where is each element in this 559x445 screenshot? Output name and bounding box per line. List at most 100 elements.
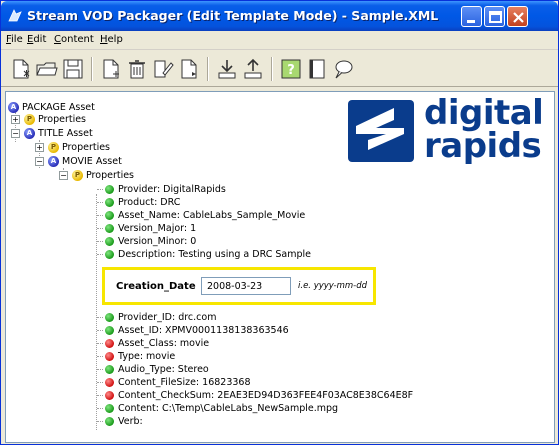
tree-guide: [97, 254, 103, 255]
new-node-icon: [103, 59, 119, 79]
property-label: Content_FileSize: 16823368: [118, 377, 251, 388]
close-icon: [513, 12, 524, 23]
edit-button[interactable]: [151, 57, 175, 81]
property-label: Provider_ID: drc.com: [118, 312, 217, 323]
creation-date-input[interactable]: [201, 277, 291, 295]
creation-date-label: Creation_Date: [116, 281, 196, 292]
collapse-toggle[interactable]: −: [35, 157, 44, 166]
status-green-dot-icon: [104, 416, 115, 427]
asset-icon: A: [8, 102, 19, 113]
help-icon: ?: [281, 59, 301, 79]
property-label: Verb:: [118, 416, 143, 427]
tree-guide: [97, 241, 103, 242]
expand-toggle[interactable]: +: [11, 115, 20, 124]
menu-content[interactable]: Content: [54, 34, 94, 45]
document-button[interactable]: [177, 57, 201, 81]
toolbar: ?: [1, 51, 558, 87]
tree-guide: [97, 369, 103, 370]
status-green-dot-icon: [104, 364, 115, 375]
property-label: Content: C:\Temp\CableLabs_NewSample.mpg: [118, 403, 339, 414]
properties-icon: P: [48, 142, 59, 153]
download-button[interactable]: [215, 57, 239, 81]
maximize-icon: [489, 11, 502, 23]
expand-toggle[interactable]: +: [35, 143, 44, 152]
toolbar-separator: [207, 57, 209, 81]
open-folder-icon: [36, 62, 58, 76]
edit-note-icon: [154, 60, 174, 78]
menu-file[interactable]: File: [6, 34, 23, 45]
toolbar-separator: [91, 57, 93, 81]
tree-guide: [97, 408, 103, 409]
creation-date-editor: Creation_Date i.e. yyyy-mm-dd: [102, 267, 376, 305]
status-green-dot-icon: [104, 210, 115, 221]
property-label: Asset_Name: CableLabs_Sample_Movie: [118, 210, 306, 221]
book-icon: [309, 59, 325, 79]
download-icon: [218, 60, 236, 79]
tree-guide: [97, 215, 103, 216]
help-button[interactable]: ?: [279, 57, 303, 81]
status-red-dot-icon: [104, 351, 115, 362]
logo-text-digital: digital: [424, 93, 544, 133]
status-red-dot-icon: [104, 390, 115, 401]
collapse-toggle[interactable]: −: [59, 171, 68, 180]
tree-guide: [97, 202, 103, 203]
property-label: Asset_ID: XPMV0001138138363546: [118, 325, 289, 336]
properties-icon: P: [24, 114, 35, 125]
tree-guide: [97, 189, 103, 190]
save-disk-icon: [63, 59, 83, 79]
minimize-button[interactable]: [461, 6, 482, 27]
logo-mark-icon: [348, 100, 414, 162]
close-button[interactable]: [507, 6, 528, 27]
property-label: Content_CheckSum: 2EAE3ED94D363FEE4F03AC…: [118, 390, 414, 401]
logo-text-rapids: rapids: [424, 126, 542, 166]
tree-guide: [97, 317, 103, 318]
toolbar-separator: [271, 57, 273, 81]
status-green-dot-icon: [104, 223, 115, 234]
maximize-button[interactable]: [484, 6, 505, 27]
property-label: Provider: DigitalRapids: [118, 184, 226, 195]
status-green-dot-icon: [104, 325, 115, 336]
property-label: Type: movie: [118, 351, 176, 362]
svg-text:?: ?: [287, 63, 295, 78]
property-label: Description: Testing using a DRC Sample: [118, 249, 311, 260]
chat-bubble-icon: [335, 60, 353, 79]
menu-help[interactable]: Help: [100, 34, 123, 45]
digital-rapids-logo: digital rapids: [346, 96, 551, 166]
status-green-dot-icon: [104, 184, 115, 195]
template-tree-panel[interactable]: digital rapids A PACKAGE Asset + P Prope…: [5, 91, 555, 443]
title-bar[interactable]: Stream VOD Packager (Edit Template Mode)…: [1, 1, 558, 31]
upload-icon: [244, 58, 262, 79]
property-label: Product: DRC: [118, 197, 181, 208]
delete-trash-icon: [129, 60, 145, 79]
tree-guide: [97, 330, 103, 331]
manual-button[interactable]: [305, 57, 329, 81]
delete-button[interactable]: [125, 57, 149, 81]
property-label: Audio_Type: Stereo: [118, 364, 209, 375]
status-green-dot-icon: [104, 197, 115, 208]
app-icon: [8, 9, 22, 22]
tree-guide: [97, 421, 103, 422]
tree-guide: [97, 395, 103, 396]
minimize-icon: [467, 20, 475, 23]
menu-edit[interactable]: Edit: [27, 34, 46, 45]
tree-guide: [97, 382, 103, 383]
new-template-button[interactable]: [9, 57, 33, 81]
status-green-dot-icon: [104, 312, 115, 323]
save-button[interactable]: [61, 57, 85, 81]
status-red-dot-icon: [104, 338, 115, 349]
collapse-toggle[interactable]: −: [11, 129, 20, 138]
property-label: Version_Major: 1: [118, 223, 197, 234]
comment-button[interactable]: [331, 57, 355, 81]
properties-icon: P: [72, 170, 83, 181]
new-node-button[interactable]: [99, 57, 123, 81]
menu-bar: File Edit Content Help: [1, 31, 558, 50]
status-red-dot-icon: [104, 377, 115, 388]
status-green-dot-icon: [104, 249, 115, 260]
open-button[interactable]: [35, 57, 59, 81]
tree-guide: [97, 228, 103, 229]
upload-button[interactable]: [241, 57, 265, 81]
app-window: Stream VOD Packager (Edit Template Mode)…: [0, 0, 559, 445]
asset-icon: A: [48, 156, 59, 167]
tree-guide: [97, 343, 103, 344]
date-format-hint: i.e. yyyy-mm-dd: [298, 281, 368, 291]
